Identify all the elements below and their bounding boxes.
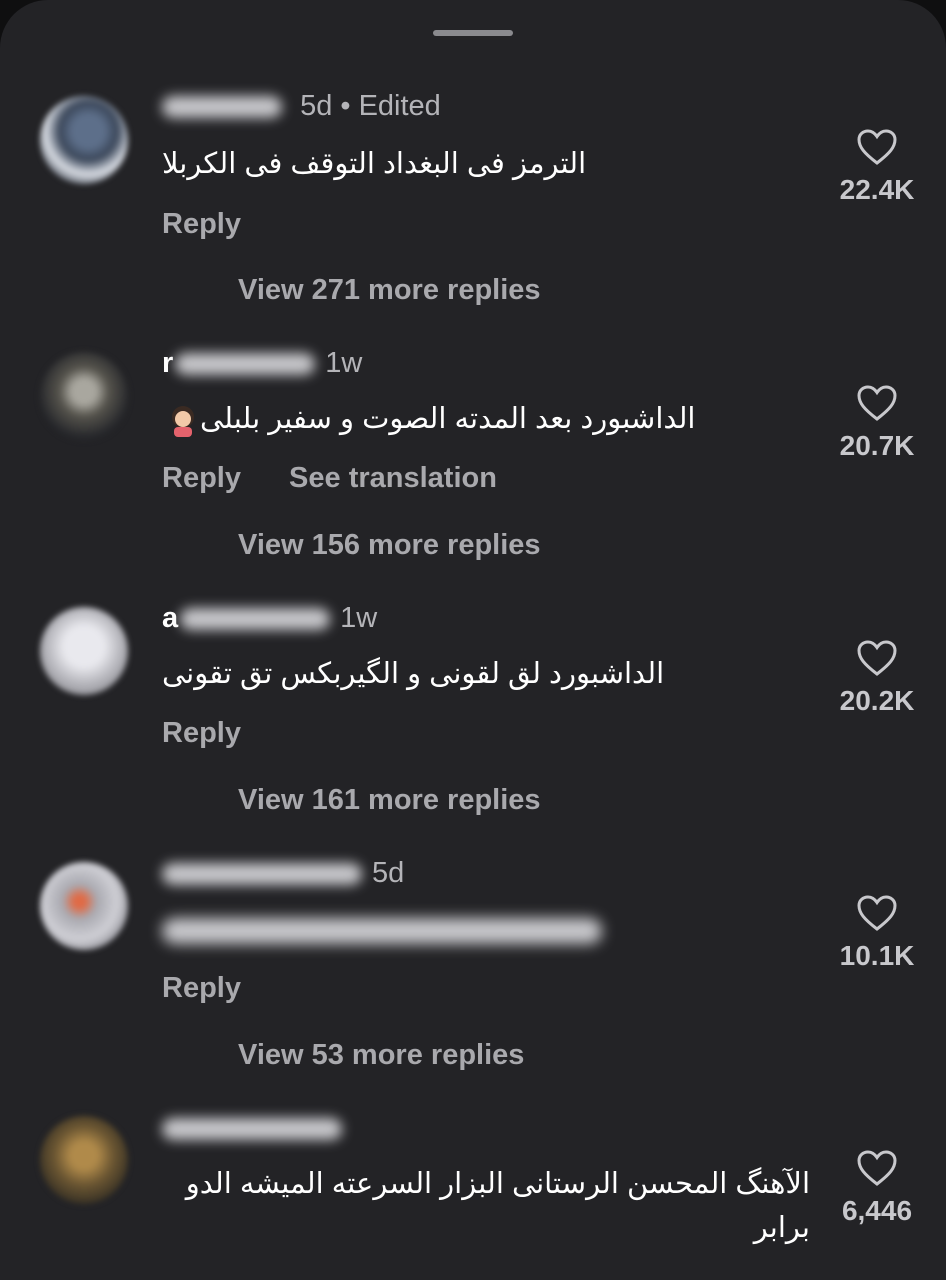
like-count: 10.1K — [839, 940, 915, 971]
like-control[interactable]: 20.7K — [826, 384, 928, 462]
username-redacted[interactable] — [162, 863, 362, 886]
comment-meta: 5d — [162, 853, 404, 893]
comments-sheet: 5d • Edited الترمز فی البغداد التوقف فی … — [0, 0, 946, 1280]
comment-time: 1w — [325, 347, 363, 379]
avatar[interactable] — [40, 352, 128, 440]
heart-outline-icon[interactable] — [856, 128, 898, 166]
reply-button[interactable]: Reply — [162, 462, 241, 494]
like-count: 6,446 — [841, 1195, 913, 1226]
username-redacted[interactable] — [162, 96, 282, 119]
reply-button[interactable]: Reply — [162, 717, 241, 749]
like-control[interactable]: 6,446 — [826, 1149, 928, 1227]
username-redacted[interactable] — [175, 353, 316, 376]
comment-text: الآهنگ المحسن الرستانی البزار السرعته ال… — [185, 1168, 810, 1244]
comment-text: الداشبورد لق لقونی و الگیربکس تق تقونی — [162, 658, 665, 690]
comment-time: 5d • Edited — [300, 90, 441, 122]
heart-outline-icon[interactable] — [856, 1149, 898, 1187]
comment-actions: Reply See translation — [162, 458, 537, 498]
like-control[interactable]: 10.1K — [826, 894, 928, 972]
like-count: 20.7K — [839, 430, 915, 461]
comment-text-redacted — [162, 908, 612, 952]
username[interactable]: a — [162, 602, 178, 634]
comment-meta: r 1w — [162, 343, 362, 383]
view-replies-link[interactable]: View 53 more replies — [238, 1035, 524, 1075]
sheet-drag-handle[interactable] — [433, 30, 513, 36]
avatar[interactable] — [40, 607, 128, 695]
comment-meta: a 1w — [162, 598, 377, 638]
like-control[interactable]: 20.2K — [826, 639, 928, 717]
comment-time: 5d — [372, 857, 405, 889]
avatar[interactable] — [40, 96, 128, 184]
view-replies-link[interactable]: View 271 more replies — [238, 270, 541, 310]
heart-outline-icon[interactable] — [856, 894, 898, 932]
username[interactable]: r — [162, 347, 173, 379]
comment-actions: Reply — [162, 204, 281, 244]
username-redacted[interactable] — [180, 608, 331, 631]
like-count: 20.2K — [839, 685, 915, 716]
comment-text: الترمز فی البغداد التوقف فی الکربلا — [162, 148, 587, 180]
like-count: 22.4K — [839, 174, 915, 205]
redacted-text-block — [162, 918, 602, 945]
comment-actions: Reply — [162, 713, 281, 753]
username-redacted[interactable] — [162, 1118, 342, 1141]
see-translation-button[interactable]: See translation — [289, 462, 497, 494]
comment-actions: Reply — [162, 968, 281, 1008]
comment-text: الداشبورد بعد المدته الصوت و سفیر بلبلی — [162, 397, 696, 441]
person-facepalm-emoji-icon — [172, 406, 194, 438]
reply-button[interactable]: Reply — [162, 972, 241, 1004]
avatar[interactable] — [40, 862, 128, 950]
reply-button[interactable]: Reply — [162, 208, 241, 240]
comment-text-content: الداشبورد بعد المدته الصوت و سفیر بلبلی — [200, 403, 696, 435]
avatar[interactable] — [40, 1116, 128, 1204]
view-replies-link[interactable]: View 161 more replies — [238, 780, 541, 820]
view-replies-link[interactable]: View 156 more replies — [238, 525, 541, 565]
comment-time: 1w — [340, 602, 378, 634]
like-control[interactable]: 22.4K — [826, 128, 928, 206]
comment-meta: 5d • Edited — [162, 86, 441, 126]
heart-outline-icon[interactable] — [856, 639, 898, 677]
heart-outline-icon[interactable] — [856, 384, 898, 422]
comment-meta — [162, 1108, 352, 1148]
